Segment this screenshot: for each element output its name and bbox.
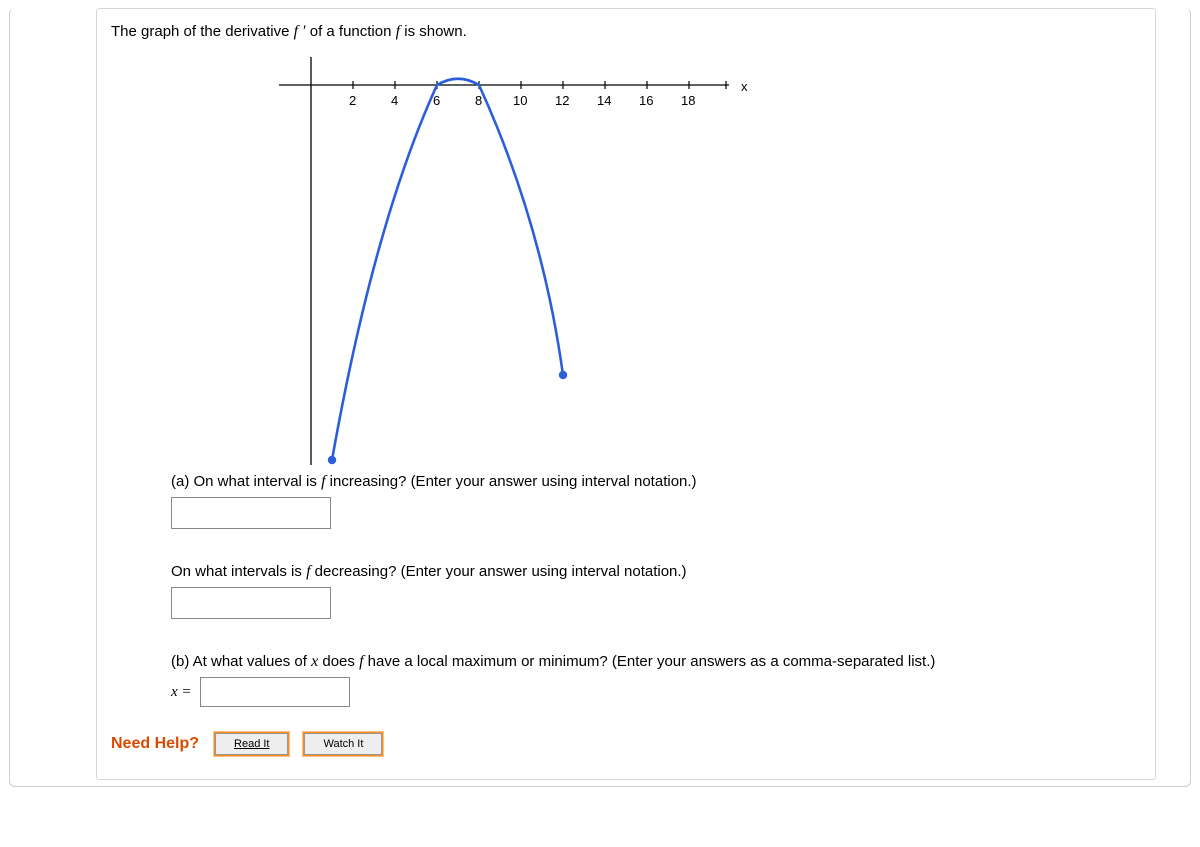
read-it-button[interactable]: Read It [215, 733, 288, 755]
tick-18: 18 [681, 93, 695, 108]
qb-mid: does [318, 653, 359, 670]
need-help-label: Need Help? [111, 735, 199, 753]
tick-16: 16 [639, 93, 653, 108]
prompt-text-mid: of a function [306, 23, 396, 40]
tick-4: 4 [391, 93, 398, 108]
qb-post: have a local maximum or minimum? (Enter … [364, 653, 936, 670]
qa-pre: (a) On what interval is [171, 473, 321, 490]
answer-row-b: x = [171, 677, 1141, 707]
answer-input-increasing[interactable] [171, 497, 331, 529]
tick-2: 2 [349, 93, 356, 108]
tick-14: 14 [597, 93, 611, 108]
derivative-graph: x 2 4 6 8 10 12 14 [271, 47, 771, 467]
watch-it-button[interactable]: Watch It [304, 733, 382, 755]
page-frame: The graph of the derivative f ′ of a fun… [9, 8, 1191, 787]
answer-input-extrema[interactable] [200, 677, 350, 707]
tick-8: 8 [475, 93, 482, 108]
qa2-post: decreasing? (Enter your answer using int… [311, 563, 687, 580]
tick-10: 10 [513, 93, 527, 108]
x-equals-label: x = [171, 684, 192, 701]
tick-6: 6 [433, 93, 440, 108]
problem-container: The graph of the derivative f ′ of a fun… [96, 8, 1156, 780]
qb-pre: (b) At what values of [171, 653, 311, 670]
question-a-increasing: (a) On what interval is f increasing? (E… [171, 473, 1141, 491]
qa2-pre: On what intervals is [171, 563, 306, 580]
prompt-fprime: f ′ [294, 23, 306, 40]
prompt-text-pre: The graph of the derivative [111, 23, 294, 40]
problem-prompt: The graph of the derivative f ′ of a fun… [111, 23, 1141, 41]
answer-input-decreasing[interactable] [171, 587, 331, 619]
question-a-decreasing: On what intervals is f decreasing? (Ente… [171, 563, 1141, 581]
tick-12: 12 [555, 93, 569, 108]
need-help-row: Need Help? Read It Watch It [111, 733, 1141, 755]
x-axis-label: x [741, 79, 748, 94]
question-b: (b) At what values of x does f have a lo… [171, 653, 1141, 671]
qa-post: increasing? (Enter your answer using int… [326, 473, 697, 490]
prompt-text-post: is shown. [400, 23, 467, 40]
